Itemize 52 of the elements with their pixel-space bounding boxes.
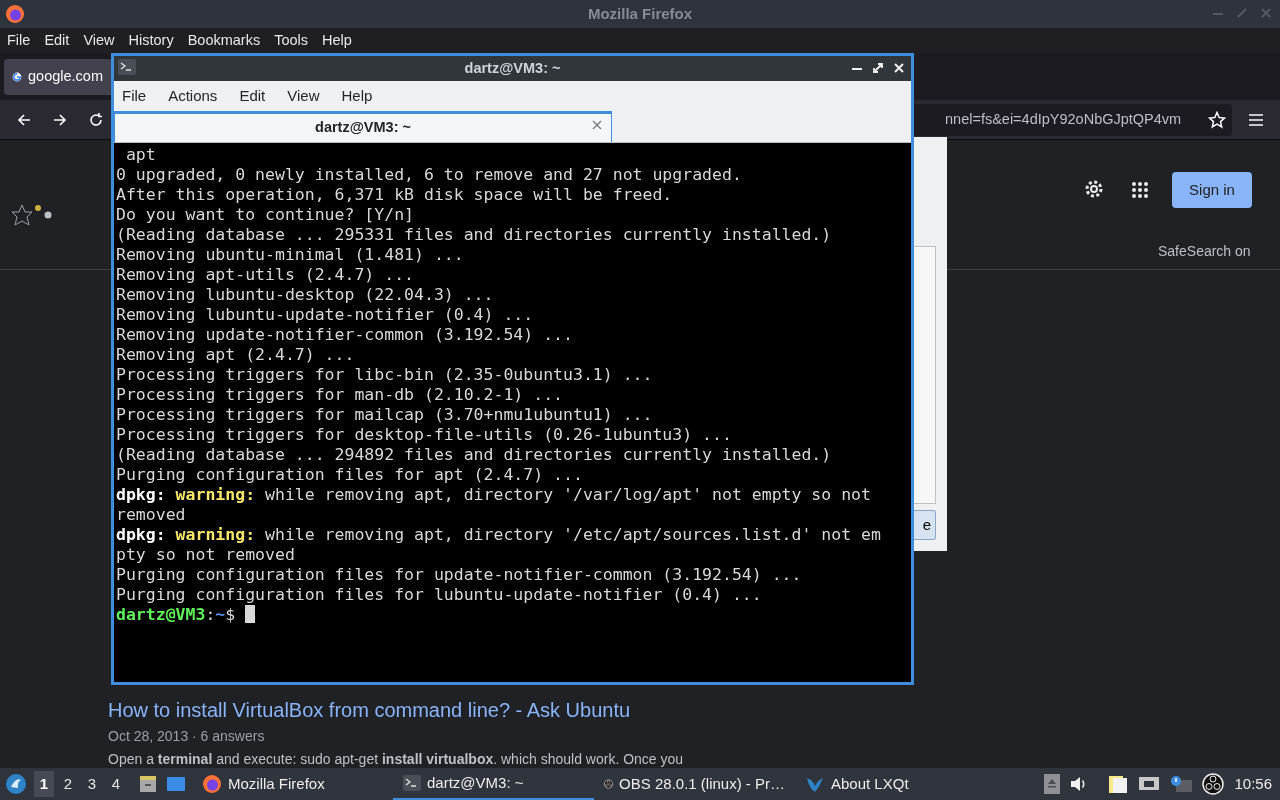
- menu-item[interactable]: Bookmarks: [187, 30, 261, 52]
- taskbar-button[interactable]: OBS 28.0.1 (linux) - Pr…: [594, 768, 795, 800]
- desktop-switch[interactable]: 1: [34, 771, 54, 797]
- result-snippet: Open a terminal and execute: sudo apt-get install virtualbox. which should work. Once you: [108, 750, 684, 769]
- menu-item[interactable]: Edit: [44, 30, 70, 52]
- window-title: dartz@VM3: ~: [464, 58, 561, 78]
- url-field[interactable]: nnel=fs&ei=4dIpY92oNbGJptQP4vm: [914, 104, 1232, 136]
- menu-item[interactable]: Help: [322, 30, 352, 52]
- notes-icon[interactable]: [1108, 774, 1129, 794]
- clock[interactable]: 10:56: [1234, 772, 1272, 796]
- menu-item[interactable]: Edit: [239, 84, 266, 108]
- forward-icon[interactable]: [52, 111, 68, 128]
- terminal-icon: [118, 59, 136, 75]
- start-menu-icon[interactable]: [5, 773, 27, 795]
- back-icon[interactable]: [16, 111, 32, 128]
- menu-item[interactable]: View: [287, 84, 320, 108]
- menu-item[interactable]: File: [122, 84, 147, 108]
- taskbar-button[interactable]: Mozilla Firefox: [192, 768, 393, 800]
- result-link[interactable]: How to install VirtualBox from command line? - Ask Ubuntu: [108, 695, 631, 725]
- desktop-switch[interactable]: 4: [106, 771, 126, 797]
- menu-item[interactable]: History: [128, 30, 174, 52]
- update-notice-icon[interactable]: [1170, 775, 1193, 793]
- reload-icon[interactable]: [88, 111, 104, 128]
- file-cabinet-icon[interactable]: [138, 774, 158, 794]
- window-title: Mozilla Firefox: [587, 3, 693, 24]
- taskbar-button[interactable]: dartz@VM3: ~: [393, 768, 594, 800]
- firefox-icon: [5, 4, 25, 24]
- obs-icon[interactable]: [1202, 773, 1225, 795]
- terminal-icon: [403, 775, 421, 791]
- dialog-button[interactable]: e: [914, 510, 936, 540]
- desktop-switch[interactable]: 2: [58, 771, 78, 797]
- desktop-switch[interactable]: 3: [82, 771, 102, 797]
- desktop-icon[interactable]: [166, 775, 186, 793]
- sign-in-button[interactable]: Sign in: [1172, 172, 1252, 208]
- menu-item[interactable]: Tools: [274, 30, 309, 52]
- network-icon[interactable]: [1138, 775, 1161, 793]
- menu-icon[interactable]: [1249, 113, 1263, 127]
- menu-item[interactable]: File: [7, 30, 31, 52]
- eject-icon[interactable]: [1044, 774, 1061, 794]
- apps-icon[interactable]: [1131, 181, 1149, 199]
- safesearch-label[interactable]: SafeSearch on: [1158, 241, 1251, 262]
- menu-item[interactable]: View: [83, 30, 115, 52]
- firefox-icon: [202, 774, 222, 794]
- browser-tab[interactable]: google.com: [4, 59, 111, 95]
- settings-icon[interactable]: [1083, 178, 1105, 200]
- text-cursor: [245, 605, 256, 623]
- menu-item[interactable]: Help: [341, 84, 373, 108]
- terminal-tab[interactable]: dartz@VM3: ~: [114, 111, 612, 142]
- bookmark-star-icon[interactable]: [1208, 111, 1226, 129]
- taskbar-button[interactable]: About LXQt: [795, 768, 996, 800]
- result-date: Oct 28, 2013 · 6 answers: [108, 727, 265, 746]
- menu-item[interactable]: Actions: [168, 84, 218, 108]
